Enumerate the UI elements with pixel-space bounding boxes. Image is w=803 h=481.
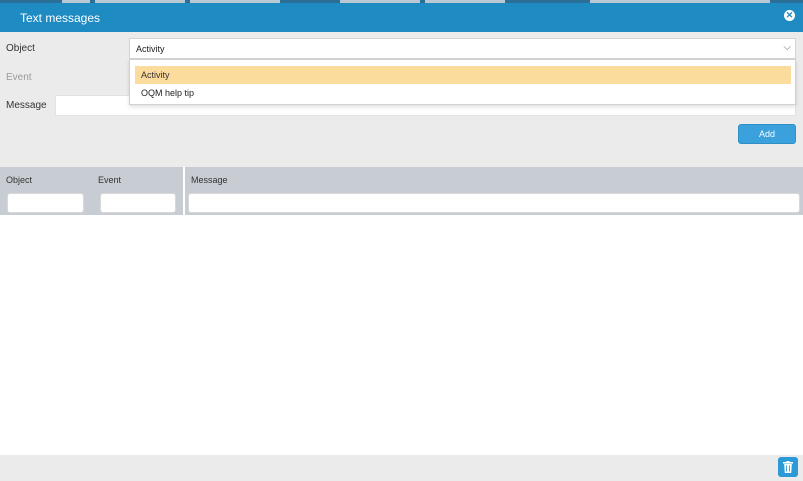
table-filter-row <box>0 191 803 215</box>
dialog-title: Text messages <box>20 11 101 25</box>
table-header: Object Event Message <box>0 167 803 191</box>
delete-button[interactable] <box>778 457 798 477</box>
object-dropdown-list: Activity OQM help tip <box>129 59 796 105</box>
trash-icon <box>783 461 793 473</box>
table-body <box>0 215 803 455</box>
add-button[interactable]: Add <box>738 124 796 144</box>
object-select-value: Activity <box>136 44 165 54</box>
close-icon[interactable]: ✕ <box>784 10 795 21</box>
column-divider <box>183 167 185 215</box>
column-header-message[interactable]: Message <box>191 175 228 185</box>
dropdown-option-oqm-help-tip[interactable]: OQM help tip <box>135 84 791 102</box>
dialog-titlebar: Text messages ✕ <box>0 3 803 32</box>
object-label: Object <box>6 43 35 54</box>
dropdown-option-activity[interactable]: Activity <box>135 66 791 84</box>
message-label: Message <box>6 100 47 111</box>
object-select[interactable]: Activity ⌵ <box>129 38 796 59</box>
column-header-object[interactable]: Object <box>6 175 32 185</box>
message-filter-input[interactable] <box>188 193 800 213</box>
chevron-down-icon: ⌵ <box>783 42 791 53</box>
dialog-footer <box>0 455 803 481</box>
object-filter-input[interactable] <box>7 193 84 213</box>
event-label: Event <box>6 72 32 83</box>
event-filter-input[interactable] <box>100 193 176 213</box>
column-header-event[interactable]: Event <box>98 175 121 185</box>
text-messages-dialog: Text messages ✕ Object Activity ⌵ Event … <box>0 0 803 481</box>
